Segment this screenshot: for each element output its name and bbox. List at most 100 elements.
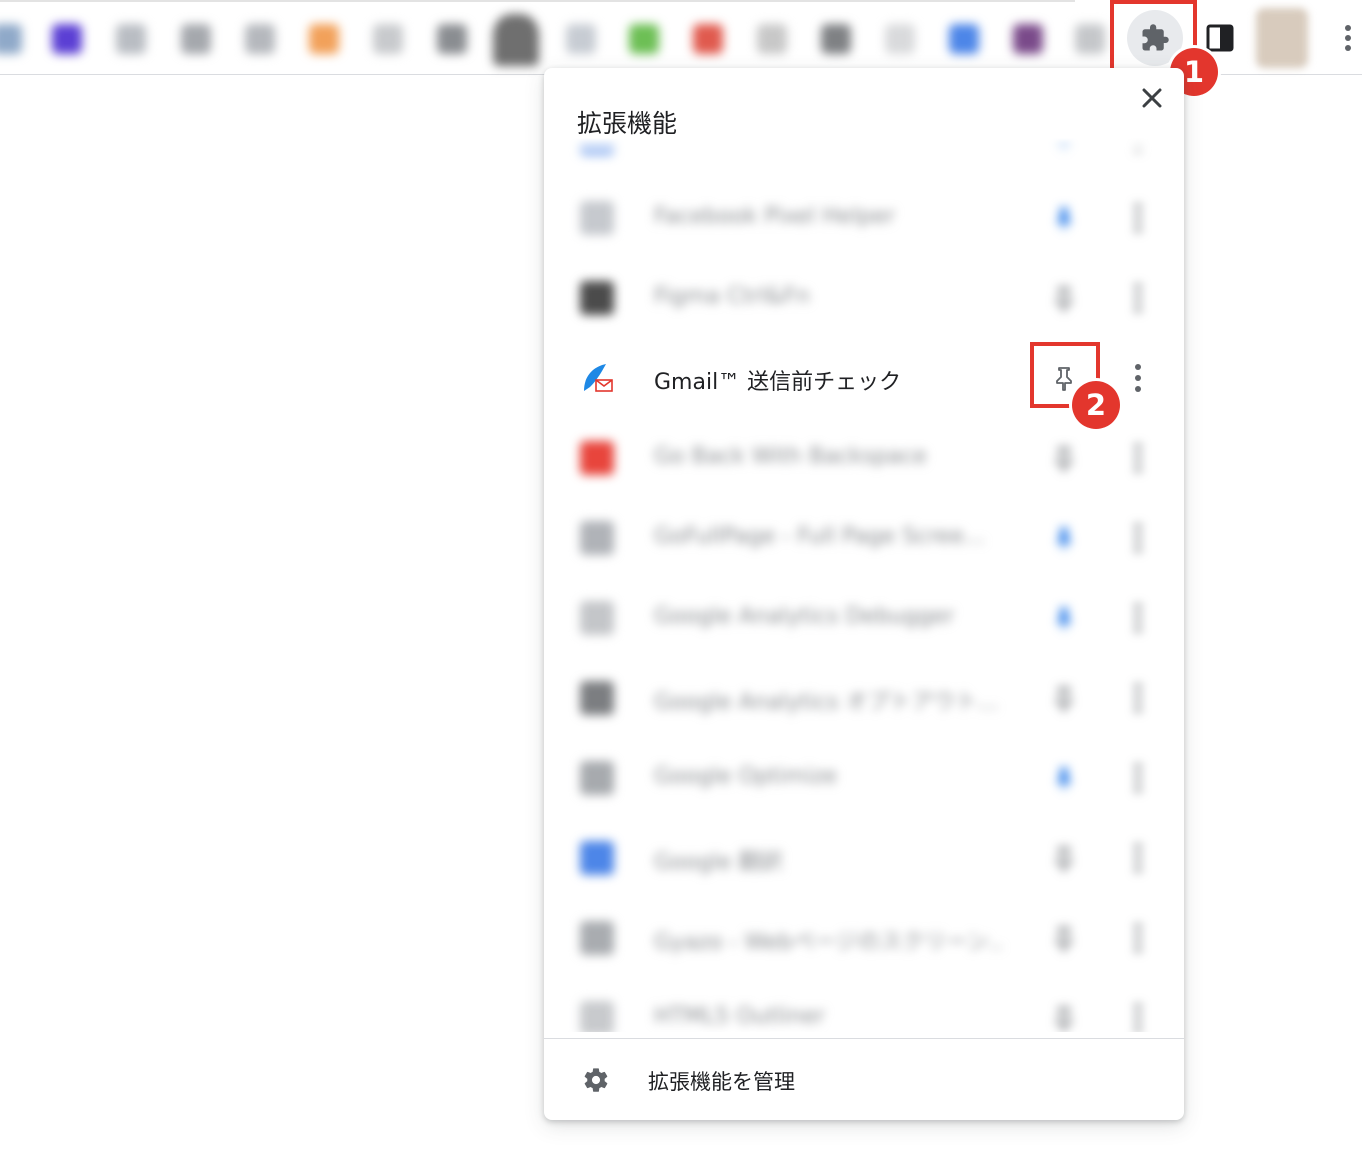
pin-icon[interactable]: [1050, 1004, 1078, 1032]
menu-dot: [1345, 35, 1351, 41]
step-badge-2: 2: [1072, 381, 1120, 429]
more-vert-icon[interactable]: [1130, 520, 1146, 556]
more-dot: [1135, 444, 1141, 450]
blurred-extension-icon[interactable]: [373, 24, 403, 54]
extension-name: Gyazo - Webページのスクリーン...: [654, 930, 1004, 955]
extension-name: Google Analytics オプトアウト...: [654, 690, 999, 715]
more-dot: [1135, 615, 1141, 621]
extension-row[interactable]: Go Back With Backspace: [544, 418, 1184, 498]
pin-icon[interactable]: [1050, 924, 1078, 952]
extension-row[interactable]: GoFullPage - Full Page Scree...: [544, 498, 1184, 578]
extension-row[interactable]: Google Optimize: [544, 738, 1184, 818]
extension-name: Figma Ctrl&Fn: [654, 284, 810, 309]
more-dot: [1135, 295, 1141, 301]
blurred-extension-icon[interactable]: [949, 24, 979, 54]
blurred-extension-icon[interactable]: [181, 24, 211, 54]
more-vert-icon[interactable]: [1130, 680, 1146, 716]
extension-name: Go Back With Backspace: [654, 444, 927, 469]
blurred-extension-icon[interactable]: [566, 24, 596, 54]
extension-icon: [580, 761, 614, 795]
side-panel-icon[interactable]: [1205, 23, 1235, 53]
blurred-extension-icon[interactable]: [693, 24, 723, 54]
blurred-extension-icon[interactable]: [245, 24, 275, 54]
extension-row[interactable]: Gyazo - Webページのスクリーン...: [544, 898, 1184, 978]
more-vert-icon[interactable]: [1130, 280, 1146, 316]
more-dot: [1135, 764, 1141, 770]
extension-name: Google Analytics Debugger: [654, 604, 955, 629]
blurred-extension-icon[interactable]: [757, 24, 787, 54]
pin-icon[interactable]: [1050, 684, 1078, 712]
extension-name: Google Optimize: [654, 764, 838, 789]
more-vert-icon[interactable]: [1130, 920, 1146, 956]
extension-icon: [580, 201, 614, 235]
more-vert-icon[interactable]: [1130, 200, 1146, 236]
more-dot: [1135, 706, 1141, 712]
blurred-extension-icon[interactable]: [52, 24, 82, 54]
pin-icon[interactable]: [1050, 844, 1078, 872]
blurred-extension-icon[interactable]: [437, 24, 467, 54]
more-dot: [1135, 786, 1141, 792]
blurred-extension-icon[interactable]: [493, 14, 539, 66]
more-vert-icon[interactable]: [1130, 760, 1146, 796]
more-dot: [1135, 1004, 1141, 1010]
blurred-extension-icon[interactable]: [885, 24, 915, 54]
more-dot: [1135, 386, 1141, 392]
more-vert-icon[interactable]: [1130, 840, 1146, 876]
more-dot: [1135, 524, 1141, 530]
extension-icon: [580, 921, 614, 955]
more-dot: [1135, 924, 1141, 930]
more-vert-icon[interactable]: [1130, 1000, 1146, 1032]
more-dot: [1135, 626, 1141, 632]
extension-icon: [580, 1001, 614, 1032]
more-dot: [1135, 695, 1141, 701]
more-dot: [1135, 684, 1141, 690]
manage-extensions-button[interactable]: 拡張機能を管理: [544, 1040, 1184, 1118]
more-dot: [1135, 455, 1141, 461]
menu-dot: [1345, 45, 1351, 51]
more-vert-icon[interactable]: [1130, 440, 1146, 476]
manage-extensions-label: 拡張機能を管理: [648, 1070, 795, 1094]
pin-icon[interactable]: [1050, 284, 1078, 312]
extension-name: HTML5 Outliner: [654, 1004, 825, 1029]
extension-icon: [584, 364, 613, 392]
more-vert-icon[interactable]: [1130, 600, 1146, 636]
blurred-extension-icon[interactable]: [1075, 24, 1105, 54]
more-dot: [1135, 775, 1141, 781]
extension-icon: [580, 841, 614, 875]
pin-icon[interactable]: [1050, 204, 1078, 232]
extension-row[interactable]: Google Analytics Debugger: [544, 578, 1184, 658]
extension-name: GoFullPage - Full Page Scree...: [654, 524, 985, 549]
list-fade: [544, 138, 1184, 168]
extension-icon: [580, 441, 614, 475]
close-icon[interactable]: [1138, 84, 1166, 112]
extensions-popup: 拡張機能 HTML5 Outliner Gyazo - Webページのスクリーン.…: [544, 68, 1184, 1120]
extension-row[interactable]: Google Analytics オプトアウト...: [544, 658, 1184, 738]
blurred-extension-icon[interactable]: [116, 24, 146, 54]
pin-icon[interactable]: [1050, 764, 1078, 792]
more-dot: [1135, 466, 1141, 472]
extension-row[interactable]: Facebook Pixel Helper: [544, 178, 1184, 258]
extension-name: Gmail™ 送信前チェック: [654, 370, 902, 395]
extension-row[interactable]: Figma Ctrl&Fn: [544, 258, 1184, 338]
blurred-extension-icon[interactable]: [309, 24, 339, 54]
more-dot: [1135, 844, 1141, 850]
blurred-extension-icon[interactable]: [821, 24, 851, 54]
pin-icon[interactable]: [1050, 524, 1078, 552]
blurred-extension-icon[interactable]: [629, 24, 659, 54]
more-dot: [1135, 1015, 1141, 1021]
more-dot: [1135, 935, 1141, 941]
extension-row[interactable]: HTML5 Outliner: [544, 978, 1184, 1032]
blurred-extension-icon[interactable]: [1013, 24, 1043, 54]
browser-menu-button[interactable]: [1334, 18, 1362, 58]
more-dot: [1135, 364, 1141, 370]
extension-row[interactable]: Google 翻訳: [544, 818, 1184, 898]
more-vert-icon[interactable]: [1130, 360, 1146, 396]
more-dot: [1135, 204, 1141, 210]
profile-avatar[interactable]: [1256, 8, 1308, 68]
pin-icon[interactable]: [1050, 604, 1078, 632]
blurred-extension-icon[interactable]: [0, 24, 22, 54]
pin-icon[interactable]: [1050, 444, 1078, 472]
extension-icon: [580, 681, 614, 715]
divider: [544, 1038, 1184, 1039]
more-dot: [1135, 535, 1141, 541]
